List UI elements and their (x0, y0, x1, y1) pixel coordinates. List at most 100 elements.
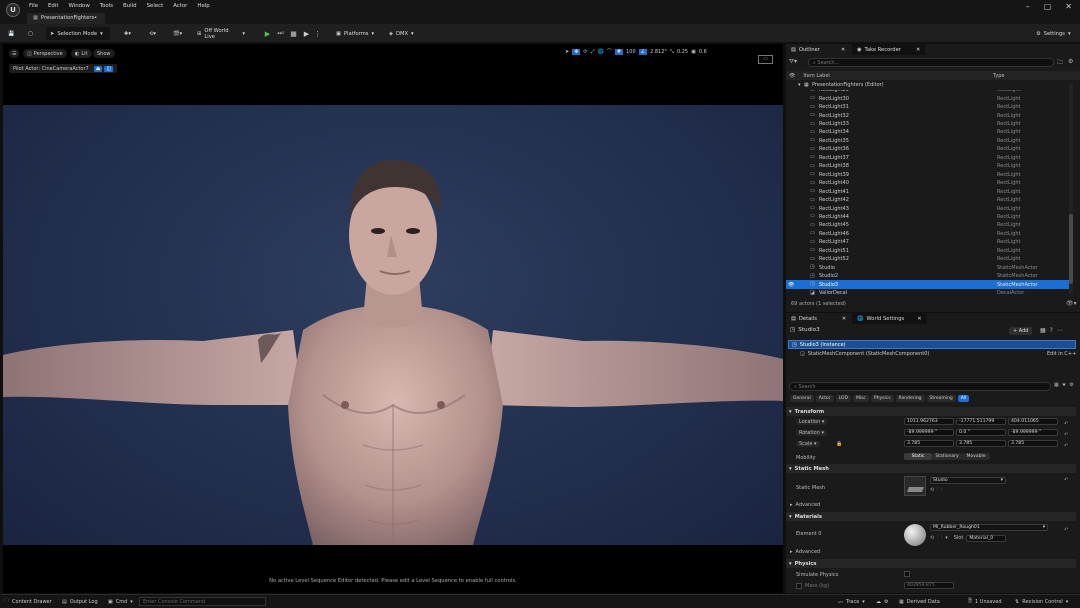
viewport-scene[interactable] (3, 105, 783, 545)
browse-icon[interactable]: ▢ (24, 27, 37, 40)
blueprint-icon[interactable]: ▦ (1040, 327, 1046, 334)
gear-icon[interactable]: ⚙ (1068, 58, 1073, 65)
settings-dropdown[interactable]: ⚙ Settings ▾ (1032, 27, 1075, 40)
step-icon[interactable]: ⏭ (275, 28, 286, 39)
outliner-row[interactable]: ▭ RectLight41 RectLight (786, 187, 1072, 195)
outliner-row[interactable]: ◳ Studio2 StaticMeshActor (786, 272, 1072, 280)
cat-all[interactable]: All (957, 395, 970, 402)
outliner-row[interactable]: ▭ RectLight38 RectLight (786, 162, 1072, 170)
help-icon[interactable]: ? (1050, 327, 1053, 334)
menu-file[interactable]: File (29, 3, 38, 9)
outliner-root-row[interactable]: ▾ ▦ PresentationFighters (Editor) (786, 82, 1080, 90)
menu-window[interactable]: Window (68, 3, 89, 9)
close-icon[interactable]: ✕ (1065, 2, 1072, 11)
gear-icon[interactable]: ⚙ (1069, 382, 1073, 388)
outliner-row[interactable]: ▭ RectLight36 RectLight (786, 145, 1072, 153)
add-component-button[interactable]: + Add (1009, 327, 1033, 335)
physics-section-header[interactable]: ▾ Physics (786, 559, 1076, 568)
cat-rendering[interactable]: Rendering (895, 395, 925, 402)
more-icon[interactable]: ▾ (945, 535, 948, 541)
tab-take-recorder[interactable]: ◉ Take Recorder ✕ (852, 44, 926, 55)
level-viewport[interactable]: ☰ ◫ Perspective ◐ Lit Show Pilot Actor: Ci… (3, 44, 783, 593)
view-options-icon[interactable]: 👁▾ (1066, 300, 1077, 307)
instance-row[interactable]: ◳ Studio3 (Instance) (788, 340, 1076, 349)
outliner-row[interactable]: ▭ RectLight32 RectLight (786, 111, 1072, 119)
dmx-dropdown[interactable]: ◈ DMX ▾ (385, 27, 418, 40)
outliner-row[interactable]: ▭ RectLight40 RectLight (786, 179, 1072, 187)
static-mesh-thumbnail[interactable] (904, 476, 926, 496)
details-search-input[interactable]: ⌕ Search (789, 382, 1051, 391)
outliner-row[interactable]: ◳ Studio StaticMeshActor (786, 263, 1072, 271)
use-selected-icon[interactable]: ⟲ (930, 535, 934, 541)
level-tab[interactable]: ▦ PresentationFighters• (27, 13, 106, 24)
browse-icon[interactable]: 🗀 (937, 487, 942, 495)
filter-icon[interactable]: ⛛▾ (789, 58, 797, 66)
close-icon[interactable]: ✕ (916, 47, 920, 53)
location-z[interactable]: 404.011065 (1008, 418, 1058, 425)
menu-actor[interactable]: Actor (173, 3, 187, 9)
outliner-row[interactable]: ▭ RectLight39 RectLight (786, 171, 1072, 179)
scale-tool-icon[interactable]: ⤢ (591, 49, 595, 55)
menu-help[interactable]: Help (197, 3, 209, 9)
derived-data-button[interactable]: ▦ Derived Data (899, 598, 940, 606)
expand-icon[interactable]: ▾ (798, 82, 801, 88)
browse-icon[interactable]: 🗀 (937, 534, 942, 542)
folder-add-icon[interactable]: 🗀 (1057, 58, 1063, 68)
outliner-search-input[interactable]: ⌕ Search... (808, 58, 1054, 67)
material-picker[interactable]: MI_Rubber_Rough01 ▾ (930, 524, 1048, 531)
rotation-dropdown[interactable]: Rotation ▾ (796, 430, 828, 436)
play-options-icon[interactable]: ▶ (301, 28, 312, 39)
outliner-row[interactable]: ▭ RectLight45 RectLight (786, 221, 1072, 229)
unreal-logo-icon[interactable]: U (6, 3, 20, 17)
minimize-icon[interactable]: – (1026, 2, 1030, 11)
reset-rotation-icon[interactable]: ↶ (1064, 430, 1068, 441)
selection-mode-dropdown[interactable]: ➤ Selection Mode ▾ (46, 27, 110, 40)
menu-tools[interactable]: Tools (100, 3, 113, 9)
lock-icon[interactable]: 🔒 (836, 441, 842, 447)
cloud-icon-group[interactable]: ☁ ⚙ (876, 598, 888, 606)
slot-value[interactable]: Material_0 (966, 534, 1007, 542)
scale-snap-icon[interactable]: ⤡ (670, 49, 674, 55)
viewport-menu-icon[interactable]: ☰ (9, 49, 20, 58)
grid-icon[interactable]: ▦ (1054, 382, 1059, 388)
cat-general[interactable]: General (790, 395, 814, 402)
rotation-snap-value[interactable]: 2.812° (650, 49, 667, 55)
revision-control-button[interactable]: ⇅ Revision Control ▾ (1015, 598, 1068, 606)
surface-snap-icon[interactable]: ⌒ (607, 48, 612, 55)
options-icon[interactable]: ⋯ (1057, 327, 1063, 334)
actor-name[interactable]: Studio3 (798, 327, 819, 333)
simulate-physics-checkbox[interactable] (904, 571, 910, 577)
stop-icon[interactable]: ■ (288, 28, 299, 39)
trace-dropdown[interactable]: 〰 Trace ▾ (838, 598, 865, 606)
camera-speed-icon[interactable]: ▣ (691, 49, 696, 55)
output-log-button[interactable]: ▤ Output Log (62, 598, 98, 606)
outliner-row[interactable]: ▭ RectLight31 RectLight (786, 103, 1072, 111)
mobility-static[interactable]: Static (904, 453, 932, 460)
blueprint-icon[interactable]: ⟲▾ (145, 27, 160, 40)
advanced-static-mesh-toggle[interactable]: ▸ Advanced (790, 502, 820, 508)
add-actor-icon[interactable]: ✚▾ (120, 27, 135, 40)
column-type[interactable]: Type (993, 73, 1004, 79)
scale-x[interactable]: 3.785 (904, 440, 954, 447)
lit-button[interactable]: ◐ Lit (71, 49, 92, 58)
tab-world-settings[interactable]: 🌐 World Settings ✕ (852, 313, 927, 324)
world-space-icon[interactable]: 🌐 (598, 49, 604, 55)
outliner-scrollbar[interactable] (1069, 84, 1073, 294)
outliner-row[interactable]: ◪ ValiorDecal DecalActor (786, 289, 1072, 297)
select-tool-icon[interactable]: ➤ (565, 49, 569, 55)
outliner-row[interactable]: 👁 ◳ Studio3 StaticMeshActor (786, 280, 1072, 289)
grid-size-value[interactable]: 100 (626, 49, 636, 55)
close-icon[interactable]: ✕ (841, 47, 845, 53)
component-row[interactable]: ◲ StaticMeshComponent (StaticMeshComponen… (800, 351, 929, 357)
use-selected-icon[interactable]: ⟲ (930, 487, 934, 495)
scale-z[interactable]: 3.785 (1008, 440, 1058, 447)
mobility-movable[interactable]: Movable (962, 453, 990, 460)
material-thumbnail[interactable] (904, 524, 926, 546)
cmd-dropdown[interactable]: ▣ Cmd ▾ (108, 598, 133, 606)
outliner-row[interactable]: ▭ RectLight30 RectLight (786, 94, 1072, 102)
pilot-actor-bar[interactable]: Pilot Actor: CineCameraActor7 ⏏ ◫ (9, 64, 118, 73)
reset-scale-icon[interactable]: ↶ (1064, 441, 1068, 452)
location-dropdown[interactable]: Location ▾ (796, 419, 828, 425)
play-icon[interactable]: ▶ (262, 28, 273, 39)
column-item-label[interactable]: Item Label (803, 73, 829, 79)
